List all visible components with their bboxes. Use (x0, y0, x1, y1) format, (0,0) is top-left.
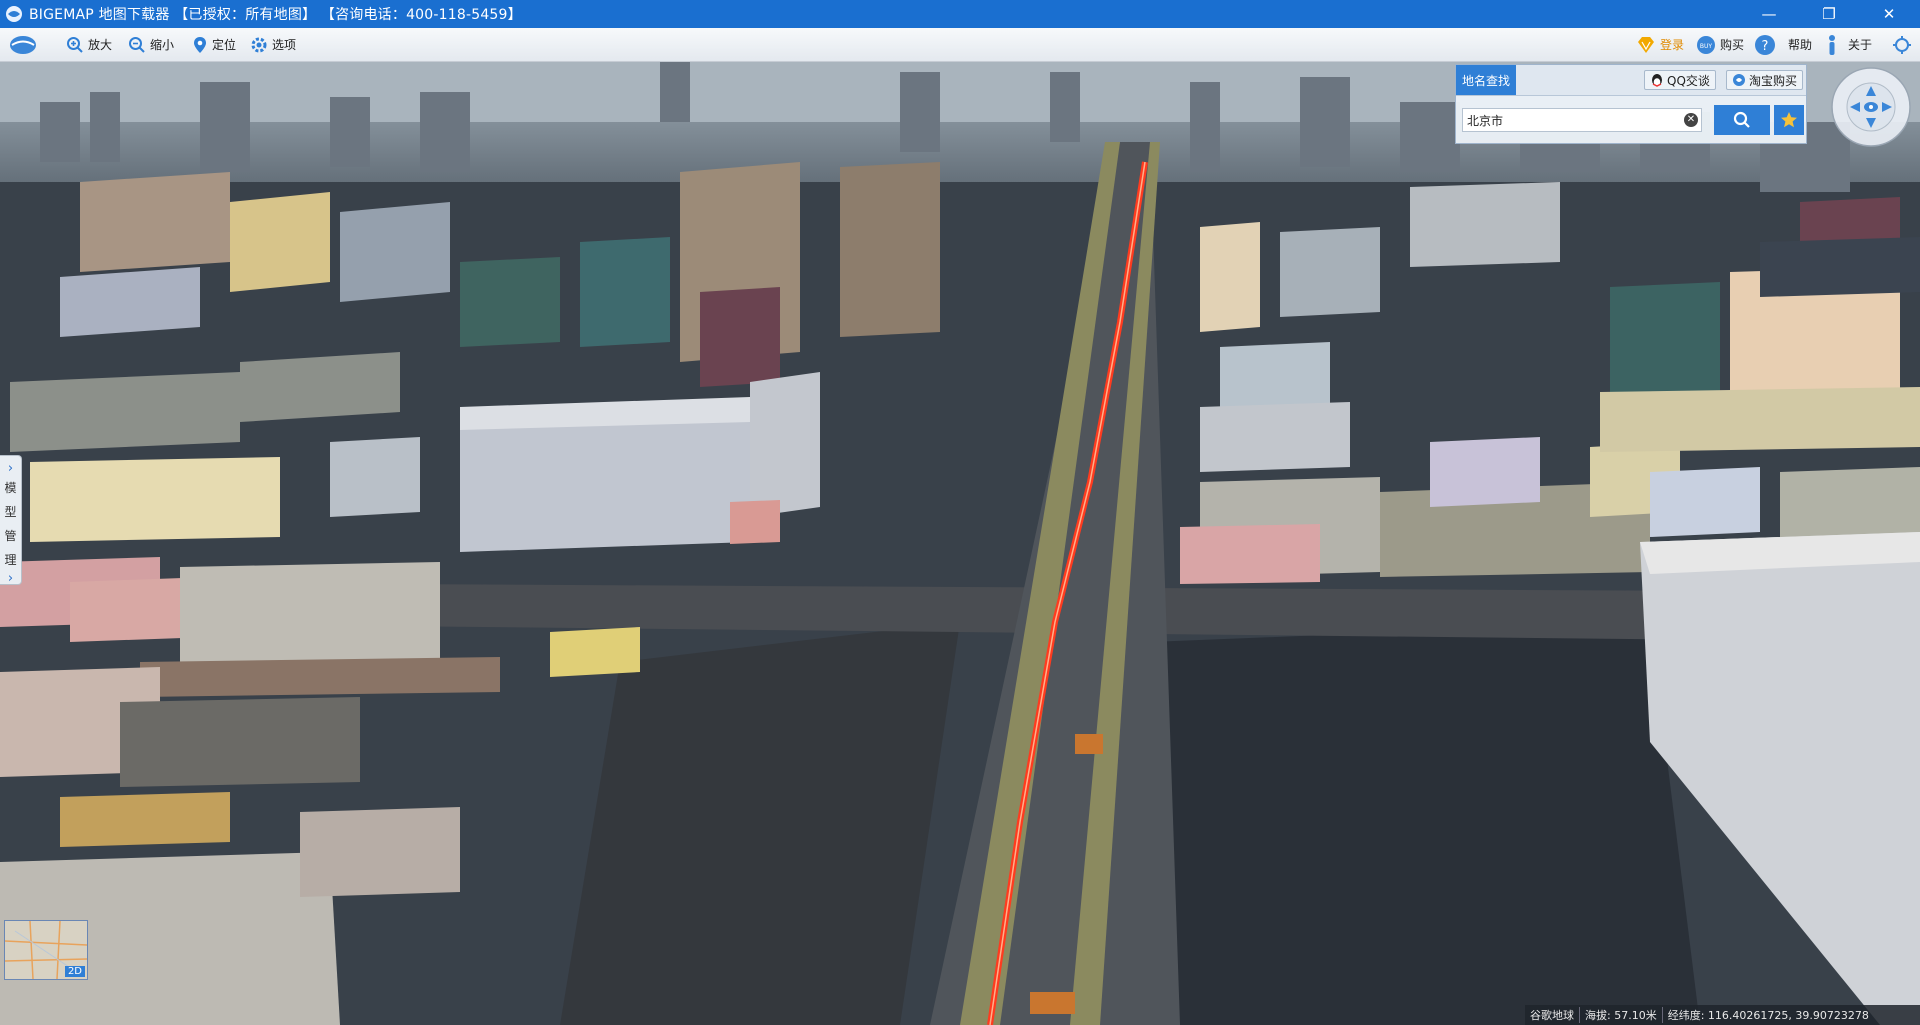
model-manager-label-4: 理 (4, 553, 17, 567)
qq-chat-label: QQ交谈 (1667, 73, 1710, 88)
map-source-label: 谷歌地球 (1525, 1007, 1580, 1023)
compass-icon (1831, 67, 1911, 147)
locate-button[interactable]: 定位 (192, 28, 236, 61)
minimize-button[interactable]: — (1740, 0, 1798, 28)
coords-readout: 经纬度: 116.40261725, 39.90723278 (1667, 1009, 1869, 1022)
vip-diamond-icon (1638, 36, 1654, 53)
crosshair-icon (1893, 35, 1911, 54)
taobao-buy-label: 淘宝购买 (1749, 73, 1798, 88)
zoom-out-icon (129, 36, 145, 53)
buy-label: 购买 (1720, 38, 1745, 52)
qq-penguin-icon (1652, 74, 1662, 87)
buy-badge-icon: BUY (1697, 35, 1715, 54)
qq-chat-button[interactable]: QQ交谈 (1644, 70, 1716, 90)
zoom-in-button[interactable]: 放大 (66, 28, 112, 61)
place-search-panel: 地名查找 QQ交谈 淘宝购买 ✕ (1455, 64, 1807, 144)
options-button[interactable]: 选项 (250, 28, 296, 61)
svg-text:?: ? (1762, 39, 1769, 54)
model-manager-label-1: 模 (4, 481, 17, 495)
clear-search-icon[interactable]: ✕ (1684, 113, 1698, 127)
model-manager-label-2: 型 (4, 505, 17, 519)
model-manager-label-3: 管 (4, 529, 17, 543)
zoom-out-label: 缩小 (150, 38, 175, 52)
about-button[interactable]: 关于 (1826, 28, 1872, 61)
globe-icon (10, 35, 36, 54)
login-label: 登录 (1660, 38, 1685, 52)
help-button[interactable]: ? 帮助 (1754, 28, 1812, 61)
search-button[interactable] (1714, 105, 1770, 135)
gear-icon (251, 37, 267, 52)
fullscreen-button[interactable] (1892, 28, 1916, 61)
star-icon (1781, 112, 1797, 128)
search-icon (1733, 111, 1750, 128)
taobao-buy-button[interactable]: 淘宝购买 (1726, 70, 1804, 90)
place-search-input[interactable] (1462, 108, 1702, 132)
zoom-out-button[interactable]: 缩小 (128, 28, 174, 61)
close-button[interactable]: ✕ (1860, 0, 1918, 28)
options-label: 选项 (272, 38, 297, 52)
help-label: 帮助 (1788, 38, 1813, 52)
overview-minimap[interactable]: 2D (4, 920, 88, 980)
map-3d-view[interactable]: › 模 型 管 理 › 2D 谷歌地球 海拔: 57.10米 经纬度: 116.… (0, 62, 1920, 1025)
about-info-icon (1829, 34, 1835, 55)
tab-place-search[interactable]: 地名查找 (1456, 65, 1516, 95)
app-menu-button[interactable] (8, 28, 42, 61)
expand-arrow-icon[interactable]: › (8, 572, 13, 586)
toolbar: 放大 缩小 定位 选项 登录 BUY 购买 ? 帮助 关于 (0, 28, 1920, 62)
altitude-readout: 海拔: 57.10米 (1580, 1007, 1663, 1023)
location-pin-icon (194, 36, 206, 53)
svg-text:BUY: BUY (1700, 43, 1713, 50)
locate-label: 定位 (212, 38, 237, 52)
title-bar: BIGEMAP 地图下载器 【已授权：所有地图】 【咨询电话：400-118-5… (0, 0, 1920, 28)
bigemap-logo-icon (6, 6, 22, 22)
maximize-button[interactable]: ❐ (1800, 0, 1858, 28)
login-button[interactable]: 登录 (1636, 28, 1684, 61)
expand-arrow-icon[interactable]: › (8, 462, 13, 476)
city-3d-render (0, 62, 1920, 1025)
help-icon: ? (1755, 34, 1775, 55)
zoom-in-icon (67, 36, 83, 53)
zoom-in-label: 放大 (88, 38, 113, 52)
buy-button[interactable]: BUY 购买 (1696, 28, 1744, 61)
window-title: BIGEMAP 地图下载器 【已授权：所有地图】 【咨询电话：400-118-5… (29, 7, 522, 23)
taobao-icon (1733, 74, 1745, 86)
status-bar: 谷歌地球 海拔: 57.10米 经纬度: 116.40261725, 39.90… (1525, 1005, 1920, 1025)
model-manager-tab[interactable]: › 模 型 管 理 › (0, 455, 22, 586)
about-label: 关于 (1848, 38, 1873, 52)
favorites-button[interactable] (1774, 105, 1804, 135)
minimap-2d-badge[interactable]: 2D (64, 966, 85, 977)
navigation-compass[interactable] (1830, 66, 1912, 148)
search-panel-header: 地名查找 QQ交谈 淘宝购买 (1456, 65, 1806, 96)
